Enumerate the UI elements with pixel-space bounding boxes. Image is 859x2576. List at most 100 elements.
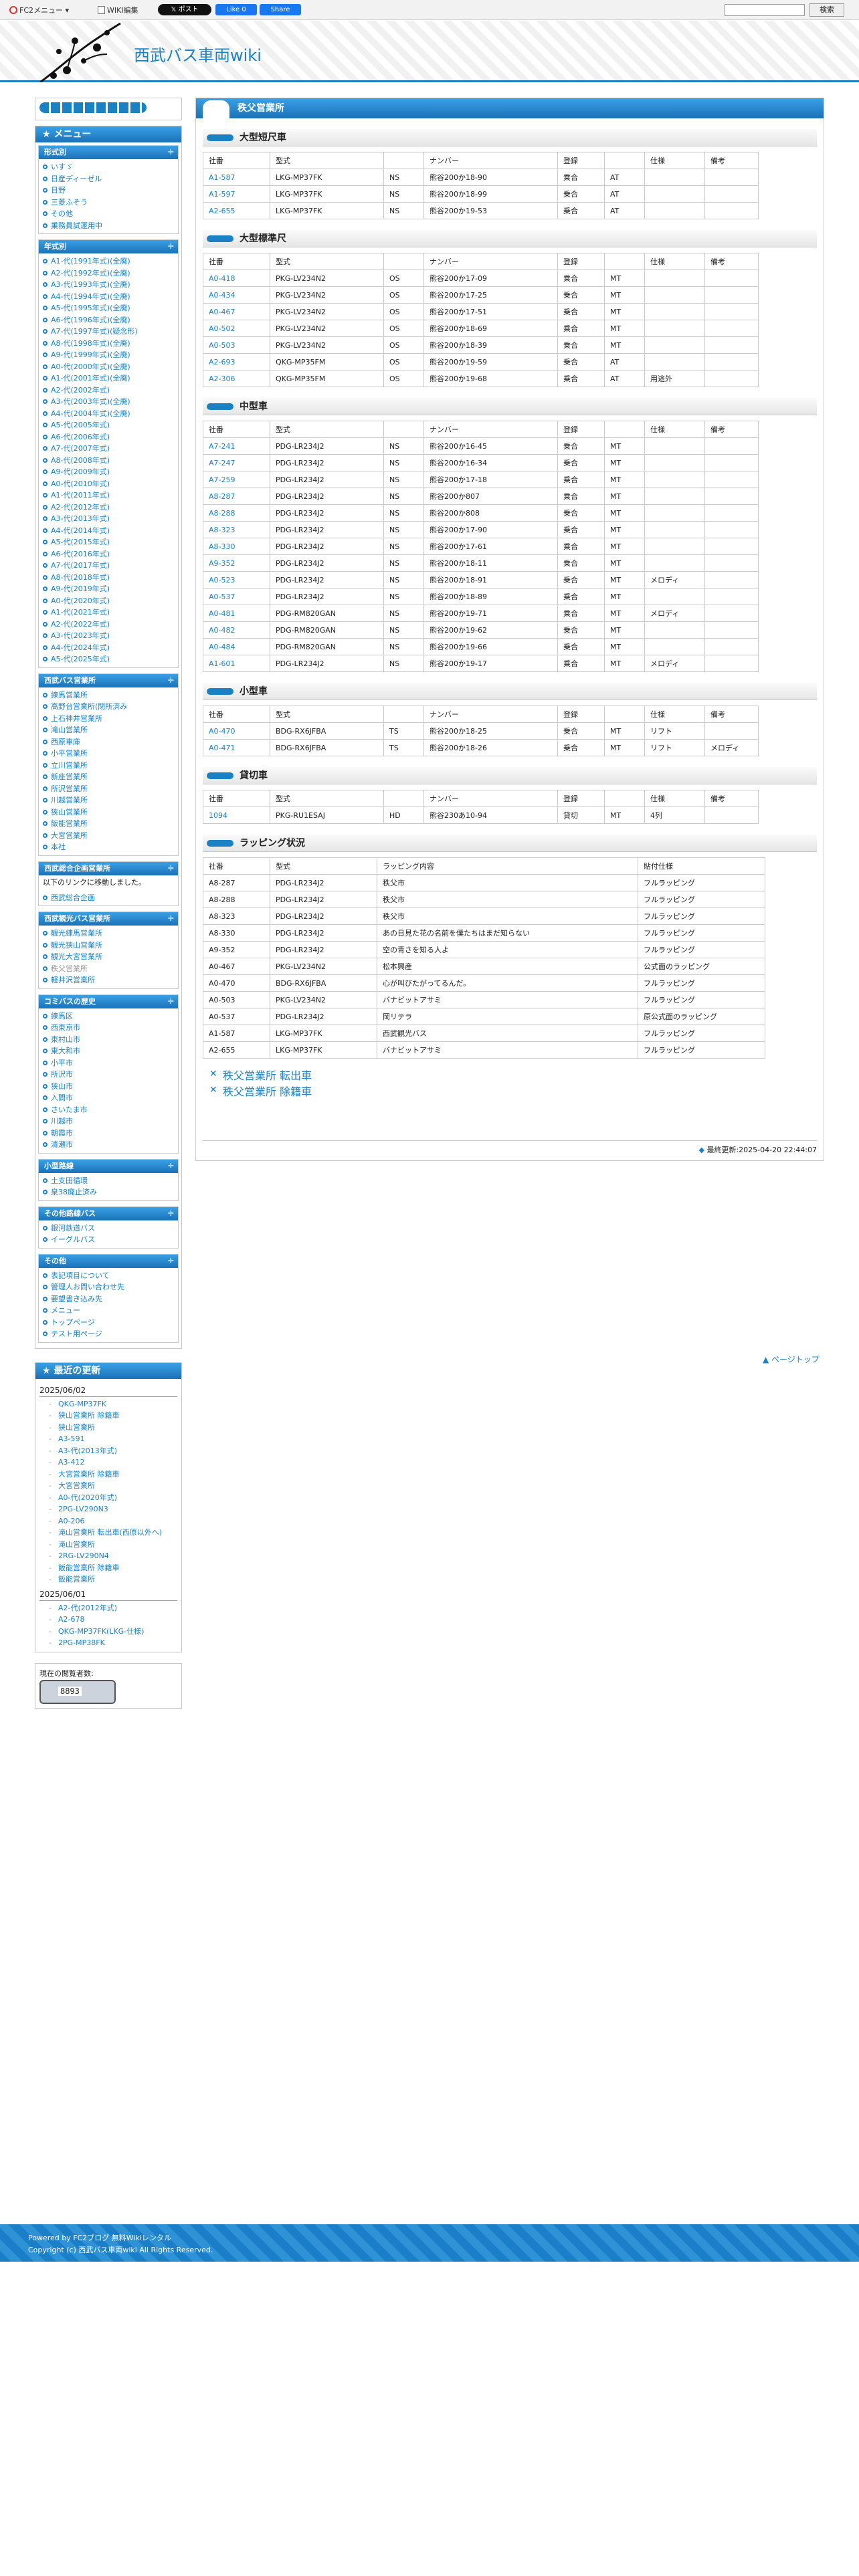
bottom-link[interactable]: 秩父営業所 除籍車: [209, 1082, 824, 1100]
recent-item[interactable]: 狭山営業所: [39, 1422, 177, 1434]
vehicle-number-link[interactable]: A1-597: [203, 185, 270, 203]
wiki-edit-link[interactable]: WIKI編集: [98, 5, 138, 15]
menu-item[interactable]: 東村山市: [41, 1034, 175, 1046]
bottom-link[interactable]: 秩父営業所 転出車: [209, 1066, 824, 1084]
menu-item[interactable]: A0-代(2020年式): [41, 595, 175, 607]
collapse-icon[interactable]: ✛: [168, 1160, 174, 1173]
menu-item[interactable]: その他: [41, 208, 175, 220]
menu-item[interactable]: 小平営業所: [41, 748, 175, 760]
menu-item[interactable]: 高野台営業所(閉所済み: [41, 701, 175, 713]
menu-item[interactable]: 朝霞市: [41, 1128, 175, 1140]
menu-item[interactable]: 清瀬市: [41, 1139, 175, 1151]
vehicle-number-link[interactable]: A0-467: [203, 303, 270, 320]
vehicle-number-link[interactable]: A0-537: [203, 588, 270, 605]
vehicle-number-link[interactable]: A0-523: [203, 571, 270, 588]
menu-item[interactable]: A2-代(2012年式): [41, 502, 175, 514]
facebook-like-button[interactable]: Like 0: [215, 4, 257, 15]
vehicle-number-link[interactable]: A7-259: [203, 471, 270, 488]
menu-item[interactable]: 秩父営業所: [41, 963, 175, 975]
recent-item[interactable]: A3-591: [39, 1433, 177, 1445]
menu-item[interactable]: A9-代(2019年式): [41, 583, 175, 595]
menu-item[interactable]: A2-代(1992年式)(全廃): [41, 267, 175, 280]
menu-item[interactable]: 東大和市: [41, 1045, 175, 1057]
collapse-icon[interactable]: ✛: [168, 995, 174, 1008]
menu-item[interactable]: A2-代(2002年式): [41, 385, 175, 397]
vehicle-number-link[interactable]: A8-287: [203, 488, 270, 505]
menu-item[interactable]: 所沢市: [41, 1069, 175, 1081]
vehicle-number-link[interactable]: A0-481: [203, 605, 270, 622]
recent-item[interactable]: A2-代(2012年式): [39, 1602, 177, 1614]
menu-item[interactable]: A7-代(2017年式): [41, 560, 175, 572]
menu-item[interactable]: 立川営業所: [41, 760, 175, 772]
menu-item[interactable]: さいたま市: [41, 1104, 175, 1116]
search-button[interactable]: 検索: [809, 3, 844, 17]
recent-item[interactable]: A0-代(2020年式): [39, 1492, 177, 1504]
vehicle-number-link[interactable]: A0-482: [203, 621, 270, 639]
menu-item[interactable]: A0-代(2010年式): [41, 478, 175, 490]
menu-item[interactable]: 狭山市: [41, 1081, 175, 1093]
vehicle-number-link[interactable]: A0-418: [203, 270, 270, 287]
vehicle-number-link[interactable]: A8-288: [203, 504, 270, 522]
menu-item[interactable]: 小平市: [41, 1057, 175, 1069]
page-top-link[interactable]: ▲ ページトップ: [763, 1354, 820, 1365]
collapse-icon[interactable]: ✛: [168, 912, 174, 926]
menu-item[interactable]: 三菱ふそう: [41, 197, 175, 209]
menu-item[interactable]: 西原車庫: [41, 736, 175, 748]
menu-item[interactable]: 西東京市: [41, 1022, 175, 1034]
menu-item[interactable]: A3-代(2023年式): [41, 630, 175, 642]
menu-item[interactable]: A1-代(2021年式): [41, 607, 175, 619]
social-icons-icon[interactable]: [39, 102, 147, 113]
facebook-share-button[interactable]: Share: [260, 4, 301, 15]
vehicle-number-link[interactable]: A7-241: [203, 437, 270, 455]
menu-item[interactable]: いすゞ: [41, 161, 175, 173]
menu-item[interactable]: A7-代(1997年式)(疑念形): [41, 326, 175, 338]
collapse-icon[interactable]: ✛: [168, 1207, 174, 1220]
menu-item[interactable]: A4-代(1994年式)(全廃): [41, 291, 175, 303]
recent-item[interactable]: 2PG-LV290N3: [39, 1503, 177, 1515]
menu-item[interactable]: A8-代(2008年式): [41, 455, 175, 467]
collapse-icon[interactable]: ✛: [168, 1255, 174, 1268]
menu-item[interactable]: A6-代(2016年式): [41, 548, 175, 560]
menu-item[interactable]: イーグルバス: [41, 1234, 175, 1246]
menu-item[interactable]: 銀河鉄道バス: [41, 1222, 175, 1235]
vehicle-number-link[interactable]: A2-655: [203, 202, 270, 219]
menu-item[interactable]: 入間市: [41, 1092, 175, 1104]
recent-item[interactable]: QKG-MP37FK(LKG-仕様): [39, 1626, 177, 1638]
vehicle-number-link[interactable]: A0-434: [203, 286, 270, 304]
search-input[interactable]: [725, 4, 805, 16]
recent-item[interactable]: 狭山営業所 除籍車: [39, 1410, 177, 1422]
collapse-icon[interactable]: ✛: [168, 146, 174, 159]
menu-item[interactable]: A1-代(1991年式)(全廃): [41, 255, 175, 267]
menu-item[interactable]: A9-代(1999年式)(全廃): [41, 349, 175, 361]
menu-item[interactable]: テスト用ページ: [41, 1328, 175, 1340]
menu-item[interactable]: A6-代(2006年式): [41, 431, 175, 443]
menu-item[interactable]: A5-代(2015年式): [41, 536, 175, 548]
menu-item[interactable]: 新座営業所: [41, 771, 175, 783]
menu-item[interactable]: 上石神井営業所: [41, 713, 175, 725]
recent-item[interactable]: A0-206: [39, 1515, 177, 1527]
recent-item[interactable]: 2RG-LV290N4: [39, 1550, 177, 1562]
menu-item[interactable]: 観光狭山営業所: [41, 940, 175, 952]
vehicle-number-link[interactable]: A1-587: [203, 169, 270, 186]
vehicle-number-link[interactable]: A0-471: [203, 739, 270, 756]
menu-item[interactable]: トップページ: [41, 1317, 175, 1329]
menu-item[interactable]: 観光練馬営業所: [41, 928, 175, 940]
menu-item[interactable]: 川越営業所: [41, 794, 175, 807]
menu-item[interactable]: A5-代(1995年式)(全廃): [41, 302, 175, 314]
vehicle-number-link[interactable]: A8-330: [203, 538, 270, 555]
vehicle-number-link[interactable]: 1094: [203, 807, 270, 824]
menu-item[interactable]: A4-代(2004年式)(全廃): [41, 408, 175, 420]
menu-item[interactable]: 練馬営業所: [41, 689, 175, 702]
vehicle-number-link[interactable]: A7-247: [203, 454, 270, 471]
menu-item[interactable]: A2-代(2022年式): [41, 619, 175, 631]
menu-item[interactable]: メニュー: [41, 1305, 175, 1317]
site-title[interactable]: 西武バス車両wiki: [134, 42, 262, 66]
vehicle-number-link[interactable]: A9-352: [203, 554, 270, 572]
menu-item[interactable]: 乗務員試運用中: [41, 220, 175, 232]
collapse-icon[interactable]: ✛: [168, 862, 174, 875]
menu-item[interactable]: 管理人お問い合わせ先: [41, 1281, 175, 1293]
menu-item[interactable]: A3-代(2003年式)(全廃): [41, 396, 175, 408]
menu-item[interactable]: 観光大宮営業所: [41, 951, 175, 963]
menu-item[interactable]: 練馬区: [41, 1010, 175, 1023]
menu-item[interactable]: 川越市: [41, 1115, 175, 1128]
